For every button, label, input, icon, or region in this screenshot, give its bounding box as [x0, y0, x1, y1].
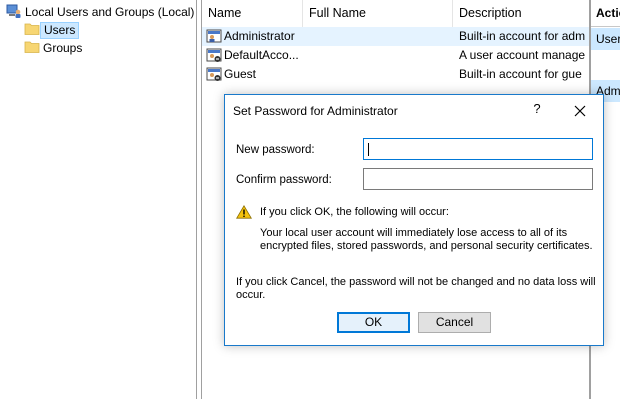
- user-full-name: [309, 27, 449, 46]
- new-password-field[interactable]: [363, 138, 593, 160]
- confirm-password-label: Confirm password:: [236, 174, 332, 186]
- list-row-guest[interactable]: Guest Built-in account for gue: [202, 65, 589, 84]
- list-row-defaultaccount[interactable]: DefaultAcco... A user account manage: [202, 46, 589, 65]
- warning-text-line2: encrypted files, stored passwords, and p…: [260, 240, 593, 252]
- computer-management-icon: [6, 3, 22, 22]
- tree-item-groups-label: Groups: [43, 41, 83, 55]
- cancel-note-line2: occur.: [236, 289, 266, 301]
- mmc-window: Local Users and Groups (Local) Users Gro…: [0, 0, 620, 399]
- user-name: DefaultAcco...: [224, 48, 299, 62]
- cancel-button[interactable]: Cancel: [418, 312, 491, 333]
- user-name: Guest: [224, 67, 257, 81]
- ok-button[interactable]: OK: [337, 312, 410, 333]
- user-description: A user account manage: [459, 48, 586, 62]
- set-password-dialog: Set Password for Administrator ? New pas…: [224, 94, 604, 346]
- user-account-disabled-icon: [206, 67, 222, 86]
- new-password-label: New password:: [236, 144, 315, 156]
- user-description: Built-in account for adm: [459, 29, 586, 43]
- user-name: Administrator: [224, 29, 295, 43]
- tree-root-label: Local Users and Groups (Local): [25, 5, 195, 19]
- close-icon[interactable]: [570, 101, 590, 121]
- action-group-users[interactable]: User: [591, 28, 620, 50]
- folder-icon: [24, 22, 40, 39]
- list-row-administrator[interactable]: Administrator Built-in account for adm: [202, 27, 589, 46]
- warning-heading: If you click OK, the following will occu…: [260, 206, 449, 218]
- help-button[interactable]: ?: [529, 101, 545, 116]
- folder-icon: [24, 40, 40, 57]
- user-full-name: [309, 65, 449, 84]
- confirm-password-field[interactable]: [363, 168, 593, 190]
- warning-text-line1: Your local user account will immediately…: [260, 227, 568, 239]
- column-header-name[interactable]: Name: [202, 0, 303, 27]
- tree-item-users[interactable]: Users: [24, 22, 80, 39]
- actions-header: Actio: [591, 0, 620, 27]
- list-header: Name Full Name Description: [202, 0, 589, 28]
- text-caret: [368, 143, 369, 156]
- column-header-full-name[interactable]: Full Name: [303, 0, 453, 27]
- user-description: Built-in account for gue: [459, 67, 582, 81]
- column-header-description[interactable]: Description: [453, 0, 589, 27]
- dialog-title: Set Password for Administrator: [233, 104, 398, 118]
- tree-item-users-label: Users: [40, 22, 80, 39]
- tree-root[interactable]: Local Users and Groups (Local): [6, 4, 197, 21]
- tree-item-groups[interactable]: Groups: [24, 40, 85, 57]
- warning-icon: [236, 205, 252, 222]
- cancel-note-line1: If you click Cancel, the password will n…: [236, 276, 596, 288]
- tree-pane: Local Users and Groups (Local) Users Gro…: [0, 0, 197, 399]
- user-full-name: [309, 46, 449, 65]
